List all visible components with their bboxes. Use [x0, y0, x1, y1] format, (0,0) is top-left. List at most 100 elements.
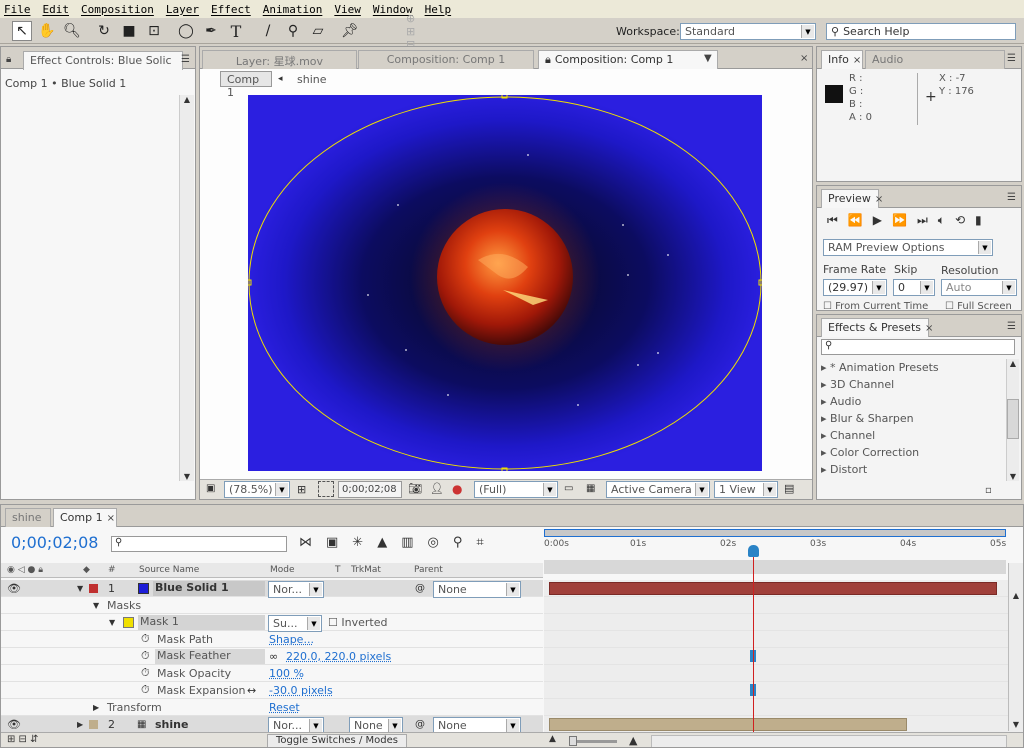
- roi-icon[interactable]: ▭: [564, 483, 573, 494]
- full-screen-checkbox[interactable]: ☐ Full Screen: [945, 301, 1012, 310]
- prop-row-mask-opacity[interactable]: ⏱ Mask Opacity 100 %: [1, 665, 543, 682]
- tab-preview[interactable]: Preview ×: [821, 189, 883, 208]
- stopwatch-icon[interactable]: ⏱: [141, 666, 150, 680]
- auto-keyframe-icon[interactable]: ⌗: [476, 535, 497, 550]
- close-icon[interactable]: ×: [107, 513, 115, 524]
- resolution-dropdown[interactable]: Auto ▼: [941, 279, 1017, 296]
- collapse-arrow-icon[interactable]: ▶: [77, 720, 83, 729]
- mask-name[interactable]: Mask 1: [138, 614, 265, 630]
- layer1-duration-bar[interactable]: [549, 582, 997, 595]
- layer-name[interactable]: Blue Solid 1: [153, 580, 265, 596]
- zoom-dropdown[interactable]: (78.5%) ▼: [224, 481, 290, 498]
- menu-animation[interactable]: Animation: [263, 3, 323, 16]
- frame-blending-icon[interactable]: ▲: [377, 535, 401, 550]
- eraser-tool-icon[interactable]: ▱: [308, 21, 328, 41]
- menu-help[interactable]: Help: [425, 3, 452, 16]
- layer-label-color[interactable]: [89, 719, 98, 729]
- frame-rate-dropdown[interactable]: (29.97) ▼: [823, 279, 887, 296]
- prop-row-mask-feather[interactable]: ⏱ Mask Feather ∞ 220.0, 220.0 pixels: [1, 648, 543, 665]
- rotate-tool-icon[interactable]: ↻: [94, 21, 114, 41]
- zoom-slider-thumb[interactable]: [569, 736, 577, 746]
- close-icon[interactable]: ×: [853, 55, 861, 66]
- tab-composition-active[interactable]: 🔒︎ Composition: Comp 1: [538, 50, 718, 69]
- menu-composition[interactable]: Composition: [81, 3, 154, 16]
- from-current-time-checkbox[interactable]: ☐ From Current Time: [823, 301, 928, 310]
- lock-icon[interactable]: 🔒︎: [545, 53, 551, 66]
- graph-editor-icon[interactable]: ⚲: [453, 535, 477, 550]
- hand-tool-icon[interactable]: ✋: [37, 21, 57, 41]
- mask1-row[interactable]: ▼ Mask 1 Su... ▼ ☐ Inverted: [1, 614, 543, 632]
- pan-behind-tool-icon[interactable]: ⊡: [144, 21, 164, 41]
- layer-row-2[interactable]: 👁︎ ▶ 2 ▦ shine Nor... ▼ None ▼ @ None ▼: [1, 716, 543, 734]
- timeline-scrollbar[interactable]: ▲ ▼: [1008, 563, 1023, 731]
- tab-audio[interactable]: Audio: [865, 50, 1005, 69]
- workspace-dropdown[interactable]: Standard ▼: [680, 23, 816, 40]
- menu-file[interactable]: File: [4, 3, 31, 16]
- layer-label-color[interactable]: [89, 583, 98, 593]
- layer2-duration-bar[interactable]: [549, 718, 907, 731]
- mask-opacity-value[interactable]: 100 %: [269, 667, 304, 680]
- prop-row-mask-path[interactable]: ⏱ Mask Path Shape...: [1, 631, 543, 648]
- tab-layer[interactable]: Layer: 星球.mov: [202, 50, 357, 69]
- layer-name[interactable]: shine: [155, 718, 188, 731]
- zoom-in-icon[interactable]: ▲: [629, 734, 637, 747]
- prop-row-mask-expansion[interactable]: ⏱ Mask Expansion ↔ -30.0 pixels: [1, 682, 543, 699]
- search-help-input[interactable]: ⚲ Search Help: [826, 23, 1016, 40]
- composition-canvas[interactable]: [248, 95, 762, 471]
- menu-view[interactable]: View: [334, 3, 361, 16]
- comp-mini-flowchart-icon[interactable]: ⋈: [299, 535, 326, 550]
- camera-tool-icon[interactable]: ■: [119, 21, 139, 41]
- list-item[interactable]: ▸ * Animation Presets: [821, 359, 1005, 376]
- menu-effect[interactable]: Effect: [211, 3, 251, 16]
- masks-group-row[interactable]: ▼ Masks: [1, 597, 543, 614]
- menu-layer[interactable]: Layer: [166, 3, 199, 16]
- new-folder-icon[interactable]: ▫: [985, 485, 992, 496]
- prev-frame-icon[interactable]: ⏪: [848, 213, 873, 227]
- mask-feather-value[interactable]: 220.0, 220.0 pixels: [286, 650, 391, 663]
- snapshot-icon[interactable]: 📷︎: [408, 482, 422, 495]
- show-snapshot-icon[interactable]: 👤︎: [430, 482, 444, 495]
- current-timecode[interactable]: 0;00;02;08: [11, 533, 98, 552]
- skip-dropdown[interactable]: 0 ▼: [893, 279, 935, 296]
- mask-path-value[interactable]: Shape...: [269, 633, 314, 646]
- audio-icon[interactable]: 🔈︎: [938, 213, 955, 227]
- close-icon[interactable]: ×: [875, 194, 883, 205]
- visibility-icon[interactable]: 👁︎: [7, 582, 21, 595]
- parent-dropdown[interactable]: None ▼: [433, 581, 521, 598]
- always-preview-icon[interactable]: ▣: [206, 483, 215, 494]
- visibility-icon[interactable]: 👁︎: [7, 718, 21, 731]
- tab-shine[interactable]: shine: [5, 508, 51, 527]
- stopwatch-icon[interactable]: ⏱: [141, 683, 150, 697]
- expand-panes-icons[interactable]: ⊞ ⊟ ⇵: [7, 734, 39, 745]
- list-item[interactable]: ▸ Blur & Sharpen: [821, 410, 1005, 427]
- effects-search-input[interactable]: ⚲: [821, 339, 1015, 355]
- stopwatch-icon[interactable]: ⏱: [141, 632, 150, 646]
- safe-zones-icon[interactable]: ⊞: [297, 483, 306, 496]
- selection-tool-icon[interactable]: ↖: [12, 21, 32, 41]
- reset-link[interactable]: Reset: [269, 701, 300, 714]
- panel-menu-icon[interactable]: ☰: [1007, 53, 1016, 64]
- tab-info[interactable]: Info ×: [821, 50, 863, 69]
- constrain-link-icon[interactable]: ∞: [269, 650, 278, 663]
- current-time-indicator[interactable]: [753, 547, 754, 737]
- timeline-horizontal-scrollbar[interactable]: [651, 735, 1007, 747]
- list-item[interactable]: ▸ Audio: [821, 393, 1005, 410]
- viewer-timecode[interactable]: 0;00;02;08: [338, 481, 402, 498]
- ram-preview-icon[interactable]: ▮: [975, 213, 992, 227]
- draft-3d-icon[interactable]: ▣: [326, 535, 352, 550]
- tab-effects-presets[interactable]: Effects & Presets ×: [821, 318, 933, 337]
- pickwhip-icon[interactable]: @: [415, 583, 425, 594]
- transparency-grid-icon[interactable]: ▦: [586, 483, 595, 494]
- next-frame-icon[interactable]: ⏩: [892, 213, 917, 227]
- ram-preview-options-dropdown[interactable]: RAM Preview Options ▼: [823, 239, 993, 256]
- lock-icon[interactable]: 🔒︎: [6, 54, 11, 65]
- clone-stamp-tool-icon[interactable]: ⚲: [283, 21, 303, 41]
- effects-scrollbar[interactable]: ▲ ▼: [1006, 359, 1019, 481]
- layer-mode-dropdown[interactable]: Nor... ▼: [268, 581, 324, 598]
- camera-dropdown[interactable]: Active Camera ▼: [606, 481, 710, 498]
- puppet-pin-tool-icon[interactable]: 📌︎: [340, 21, 360, 41]
- stopwatch-icon[interactable]: ⏱: [141, 649, 150, 663]
- resolution-dropdown[interactable]: (Full) ▼: [474, 481, 558, 498]
- transform-row[interactable]: ▶ Transform Reset: [1, 699, 543, 716]
- list-item[interactable]: ▸ Channel: [821, 427, 1005, 444]
